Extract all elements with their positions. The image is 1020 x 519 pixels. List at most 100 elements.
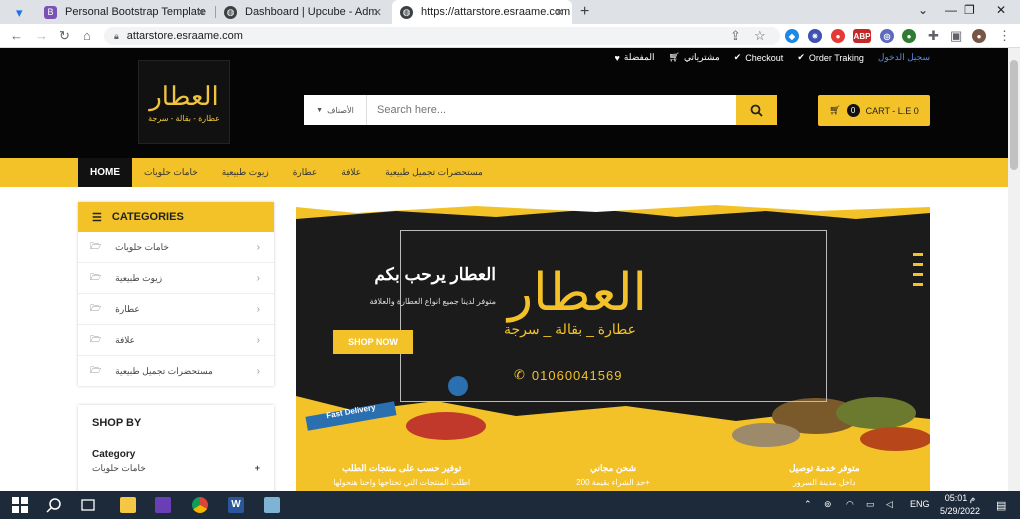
category-select[interactable]: ▼ الأصناف <box>304 95 367 125</box>
cart-icon: 🛒︎ <box>829 105 841 115</box>
cart-button[interactable]: 🛒︎ 0 CART - L.E 0 <box>818 95 930 126</box>
globe-icon: ◍ <box>400 5 413 19</box>
lock-icon: 🔒︎ <box>114 30 119 41</box>
categories-panel: ☰ CATEGORIES 🗁 خامات حلويات › 🗁 زيوت طبيعية… <box>78 202 274 387</box>
nav-sweets[interactable]: خامات حلويات <box>132 158 210 187</box>
purchases-link[interactable]: 🛒︎ مشترياتي <box>669 52 720 63</box>
page-scrollbar[interactable] <box>1008 48 1020 491</box>
adblock-icon[interactable]: ABP <box>853 29 871 43</box>
cart-count: 0 <box>846 104 860 117</box>
spice-bowl <box>860 427 930 451</box>
checkout-link[interactable]: ✔ Checkout <box>734 52 784 63</box>
login-link[interactable]: سجيل الدخول <box>878 52 930 63</box>
extensions-puzzle-icon[interactable]: ✚ <box>928 28 939 44</box>
language-indicator[interactable]: ENG <box>910 499 930 509</box>
nav-herbs[interactable]: عطارة <box>281 158 330 187</box>
minimize-icon[interactable]: — <box>945 3 957 17</box>
category-item[interactable]: 🗁 علافة › <box>78 325 274 356</box>
folder-icon: 🗁 <box>90 241 102 251</box>
tab-attarstore[interactable]: ◍ https://attarstore.esraame.com ✕ <box>392 0 572 24</box>
browser-tabbar: ▾ B Personal Bootstrap Template ✕ ◍ Dash… <box>0 0 1020 24</box>
chevron-up-icon[interactable]: ⌃ <box>804 499 812 510</box>
search-input[interactable] <box>367 95 736 125</box>
nav-cosmetics[interactable]: مستحضرات تجميل طبيعية <box>373 158 495 187</box>
task-view-icon[interactable] <box>80 497 96 513</box>
order-tracking-link[interactable]: ✔ Order Traking <box>797 52 864 63</box>
category-item[interactable]: 🗁 زيوت طبيعية › <box>78 263 274 294</box>
favorites-link[interactable]: ♥ المفضلة <box>615 52 655 63</box>
volume-icon[interactable]: ◁ <box>886 499 893 510</box>
avatar[interactable]: ● <box>972 29 986 43</box>
banner-brand: العطار <box>508 263 647 323</box>
search-icon[interactable] <box>46 497 62 513</box>
extension-diamond-icon[interactable]: ◆ <box>785 29 799 43</box>
chevron-right-icon: › <box>256 334 260 346</box>
window-close-icon[interactable]: ✕ <box>996 3 1006 17</box>
close-icon[interactable]: ✕ <box>373 6 382 19</box>
check-icon: ✔ <box>733 52 742 62</box>
chrome-icon[interactable] <box>192 497 208 513</box>
clock-time[interactable]: 05:01 م <box>938 493 982 504</box>
menu-dots-icon[interactable]: ⋮ <box>998 28 1011 44</box>
site-logo[interactable]: العطار عطارة - بقالة - سرجة <box>138 60 230 144</box>
shop-now-button[interactable]: SHOP NOW <box>333 330 413 354</box>
app-icon[interactable] <box>264 497 280 513</box>
file-explorer-icon[interactable] <box>120 497 136 513</box>
features-bar: توفير حسب على منتجات الطلب اطلب المنتجات… <box>296 451 930 491</box>
folder-icon: 🗁 <box>90 334 102 344</box>
chevron-down-icon: ▼ <box>316 106 324 114</box>
feature-item: توفير حسب على منتجات الطلب اطلب المنتجات… <box>333 463 471 487</box>
close-icon[interactable]: ✕ <box>197 6 206 19</box>
forward-icon[interactable]: → <box>35 28 48 43</box>
extension-red-icon[interactable]: ● <box>831 29 845 43</box>
chevron-right-icon: › <box>256 272 260 284</box>
tab-bootstrap[interactable]: B Personal Bootstrap Template ✕ <box>36 0 214 24</box>
extension-green-icon[interactable]: ● <box>902 29 916 43</box>
plus-icon[interactable]: + <box>255 463 260 474</box>
back-icon[interactable]: ← <box>10 28 23 43</box>
nav-feed[interactable]: علافة <box>329 158 373 187</box>
category-item[interactable]: 🗁 عطارة › <box>78 294 274 325</box>
cart-small-icon: 🛒︎ <box>668 52 680 62</box>
folder-icon: 🗁 <box>90 303 102 313</box>
new-tab-icon[interactable]: + <box>580 3 589 21</box>
wifi-icon[interactable]: ◠ <box>846 499 854 510</box>
sidepanel-icon[interactable]: ▣ <box>950 28 962 44</box>
close-icon[interactable]: ✕ <box>555 6 564 19</box>
search-icon <box>750 104 763 117</box>
spice-bowl <box>732 423 800 447</box>
extension-circle-icon[interactable]: ◎ <box>880 29 894 43</box>
url-text: attarstore.esraame.com <box>126 30 243 42</box>
reload-icon[interactable]: ↻ <box>59 28 70 44</box>
category-item[interactable]: 🗁 مستحضرات تجميل طبيعية › <box>78 356 274 387</box>
nav-home[interactable]: HOME <box>78 158 132 187</box>
home-icon[interactable]: ⌂ <box>83 28 91 43</box>
bootstrap-icon: B <box>44 5 57 19</box>
shop-by-title: SHOP BY <box>92 417 142 429</box>
scooter-shape <box>406 412 486 440</box>
folder-icon: 🗁 <box>90 272 102 282</box>
bookmark-star-icon[interactable]: ☆ <box>754 28 766 44</box>
search-button[interactable] <box>736 95 777 125</box>
check-icon: ✔ <box>797 52 805 62</box>
network-icon[interactable]: ⊚ <box>824 499 832 510</box>
battery-icon[interactable]: ▭ <box>866 499 875 510</box>
app-icon[interactable] <box>155 497 171 513</box>
tab-title: Personal Bootstrap Template <box>65 6 207 18</box>
clock-date[interactable]: 5/29/2022 <box>936 506 984 516</box>
phone-icon: ✆ <box>514 367 526 382</box>
extension-gear-icon[interactable]: ✷ <box>808 29 822 43</box>
tab-list-icon[interactable]: ⌄ <box>918 3 928 17</box>
word-icon[interactable]: W <box>228 497 244 513</box>
tab-dashboard[interactable]: ◍ Dashboard | Upcube - Admin & D ✕ <box>216 0 390 24</box>
nav-oils[interactable]: زيوت طبيعية <box>210 158 281 187</box>
restore-icon[interactable]: ❐ <box>964 3 975 17</box>
windows-start-icon[interactable] <box>12 497 28 513</box>
scrollbar-thumb[interactable] <box>1010 60 1018 170</box>
filter-item[interactable]: خامات حلويات + <box>92 463 260 474</box>
address-bar[interactable]: 🔒︎ attarstore.esraame.com <box>104 27 780 45</box>
category-item[interactable]: 🗁 خامات حلويات › <box>78 232 274 263</box>
notifications-icon[interactable]: ▤ <box>996 499 1006 512</box>
tab-search-icon[interactable]: ▾ <box>16 5 23 21</box>
share-icon[interactable]: ⇪ <box>730 28 741 44</box>
